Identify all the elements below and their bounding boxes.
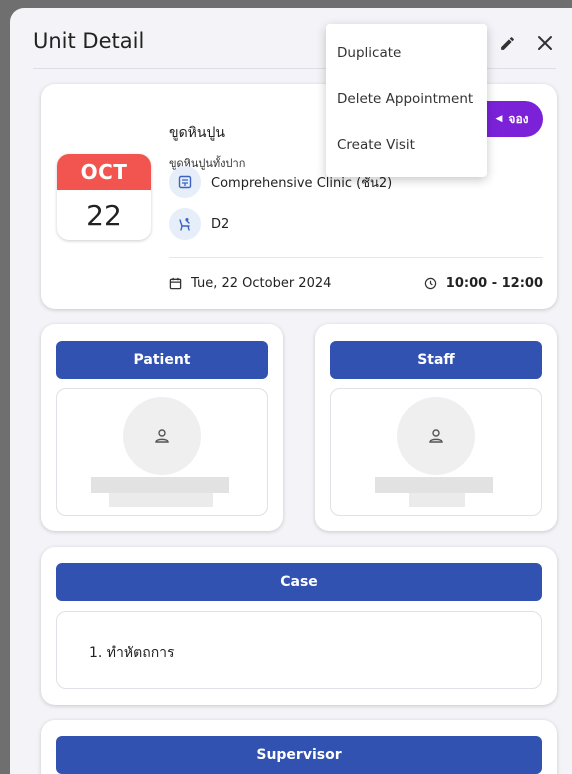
- actions-menu: Duplicate Delete Appointment Create Visi…: [326, 24, 487, 177]
- chair-row: D2: [169, 208, 229, 240]
- menu-item-delete-appointment[interactable]: Delete Appointment: [326, 76, 487, 122]
- booking-status-badge[interactable]: ◀ จอง: [481, 101, 543, 137]
- appointment-time: 10:00 - 12:00: [424, 276, 543, 291]
- staff-card: Staff: [315, 324, 557, 531]
- appointment-time-text: 10:00 - 12:00: [445, 276, 543, 291]
- calendar-day: 22: [86, 198, 122, 232]
- calendar-date: OCT 22: [57, 154, 151, 240]
- chair-name: D2: [211, 216, 230, 232]
- unit-divider: [169, 257, 543, 258]
- redacted-staff-id: [409, 493, 465, 507]
- user-icon: [155, 429, 169, 443]
- staff-box[interactable]: [330, 388, 542, 516]
- patient-avatar: [123, 397, 201, 475]
- dialog-header: Unit Detail: [10, 8, 572, 70]
- unit-detail-dialog: Unit Detail OCT 22 ขูดหินปูน ขูดหินปูนทั…: [10, 8, 572, 774]
- redacted-staff-name: [375, 477, 493, 493]
- case-item: 1. ทำหัตถการ: [89, 645, 175, 661]
- patient-card: Patient: [41, 324, 283, 531]
- calendar-month: OCT: [57, 154, 151, 190]
- menu-item-duplicate[interactable]: Duplicate: [326, 30, 487, 76]
- close-icon: [538, 36, 552, 50]
- user-icon: [429, 429, 443, 443]
- supervisor-card: Supervisor: [41, 720, 557, 774]
- clinic-icon: [169, 166, 201, 198]
- redacted-patient-id: [109, 493, 213, 507]
- pencil-icon: [500, 36, 514, 50]
- staff-avatar: [397, 397, 475, 475]
- appointment-date-text: Tue, 22 October 2024: [191, 276, 332, 291]
- patient-box[interactable]: [56, 388, 268, 516]
- menu-item-create-visit[interactable]: Create Visit: [326, 122, 487, 168]
- case-header: Case: [56, 563, 542, 601]
- calendar-icon: [169, 277, 182, 290]
- dialog-title: Unit Detail: [33, 29, 145, 53]
- patient-header: Patient: [56, 341, 268, 379]
- caret-left-icon: ◀: [495, 114, 503, 124]
- edit-button[interactable]: [494, 30, 520, 56]
- booking-status-label: จอง: [508, 111, 529, 126]
- case-box: 1. ทำหัตถการ: [56, 611, 542, 689]
- staff-header: Staff: [330, 341, 542, 379]
- case-card: Case 1. ทำหัตถการ: [41, 547, 557, 705]
- appointment-date: Tue, 22 October 2024: [169, 276, 331, 291]
- supervisor-header: Supervisor: [56, 736, 542, 774]
- close-button[interactable]: [532, 30, 558, 56]
- redacted-patient-name: [91, 477, 229, 493]
- clock-icon: [424, 277, 436, 290]
- unit-name: ขูดหินปูน: [169, 125, 225, 141]
- dental-chair-icon: [169, 208, 201, 240]
